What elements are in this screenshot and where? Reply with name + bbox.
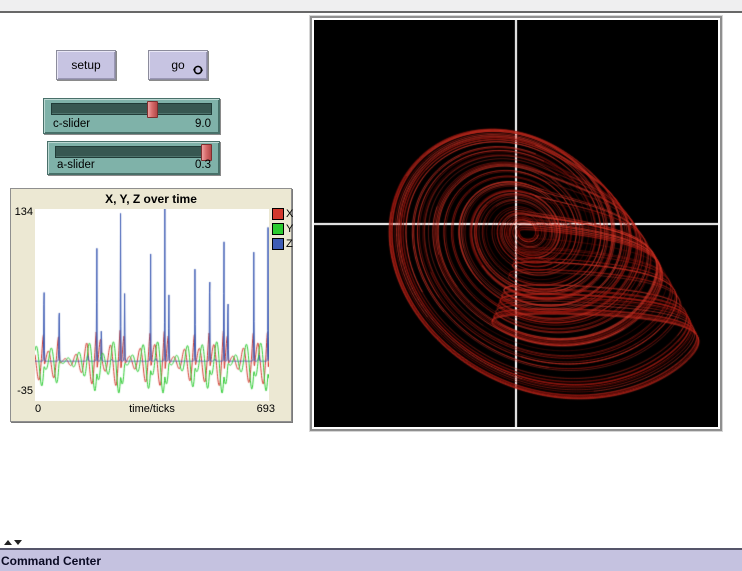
- legend-swatch-z-icon: [272, 238, 284, 250]
- a-slider-value: 0.3: [195, 159, 211, 171]
- a-slider[interactable]: a-slider 0.3: [47, 141, 220, 175]
- command-center-collapse-icon[interactable]: [14, 540, 22, 545]
- legend-item-z: Z: [272, 238, 293, 249]
- plot-xaxis-title: time/ticks: [35, 403, 269, 415]
- c-slider-track[interactable]: [51, 103, 212, 115]
- setup-button[interactable]: setup: [56, 50, 116, 80]
- plot-title: X, Y, Z over time: [11, 192, 291, 206]
- legend-swatch-y-icon: [272, 223, 284, 235]
- c-slider-value: 9.0: [195, 118, 211, 130]
- go-button[interactable]: go: [148, 50, 208, 80]
- c-slider-label: c-slider: [53, 118, 90, 130]
- c-slider[interactable]: c-slider 9.0: [43, 98, 220, 134]
- plot-ymin-label: -35: [12, 385, 33, 397]
- command-center-title: Command Center: [1, 554, 101, 568]
- command-center-bar[interactable]: Command Center: [0, 548, 742, 571]
- plot-legend: X Y Z: [272, 208, 293, 253]
- legend-swatch-x-icon: [272, 208, 284, 220]
- legend-label-y: Y: [286, 223, 293, 235]
- plot-canvas: [35, 209, 269, 401]
- plot-xmax-label: 693: [257, 403, 275, 415]
- setup-button-label: setup: [71, 58, 100, 72]
- legend-item-y: Y: [272, 223, 293, 234]
- forever-icon: [192, 64, 204, 76]
- plot-ymax-label: 134: [12, 206, 33, 218]
- a-slider-label: a-slider: [57, 159, 95, 171]
- plot-widget: X, Y, Z over time 134 -35 0 time/ticks 6…: [10, 188, 292, 422]
- legend-item-x: X: [272, 208, 293, 219]
- command-center-expand-icon[interactable]: [4, 540, 12, 545]
- world-view-canvas[interactable]: [314, 20, 718, 427]
- legend-label-z: Z: [286, 238, 293, 250]
- world-view-frame: [310, 16, 722, 431]
- a-slider-track[interactable]: [55, 146, 212, 158]
- go-button-label: go: [171, 58, 184, 72]
- legend-label-x: X: [286, 208, 293, 220]
- window-toolbar-strip: [0, 0, 742, 13]
- c-slider-handle[interactable]: [147, 101, 158, 118]
